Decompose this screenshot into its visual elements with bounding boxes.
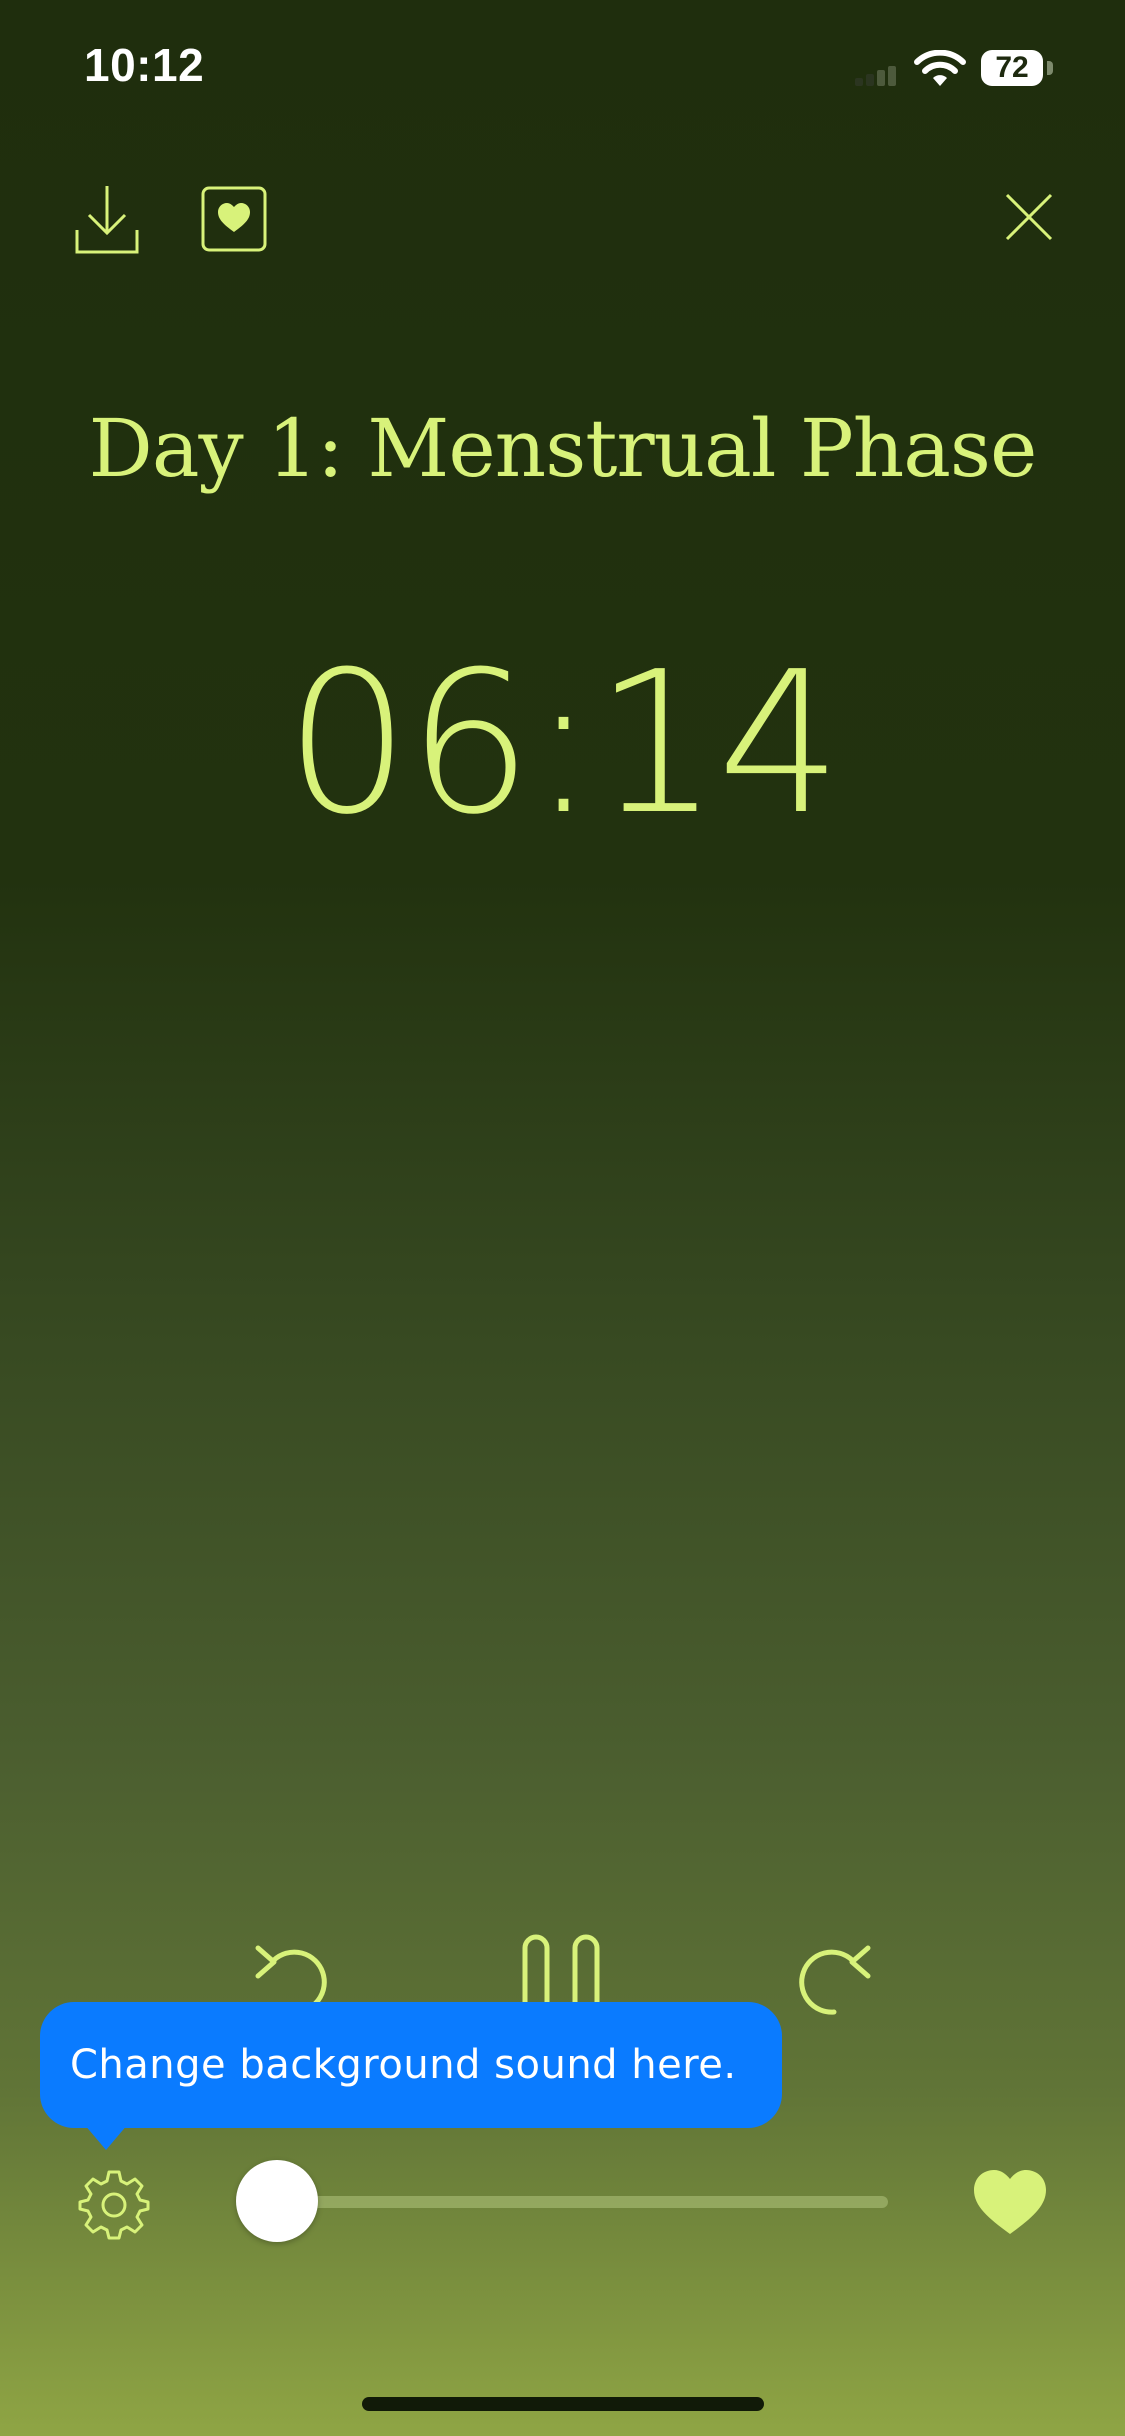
tooltip-pointer [84, 2124, 128, 2150]
battery-cap [1047, 61, 1053, 75]
settings-gear-icon[interactable] [78, 2168, 150, 2240]
wifi-icon [914, 50, 966, 86]
download-icon[interactable] [74, 182, 140, 256]
battery-icon: 72 [981, 50, 1043, 86]
background-sound-tooltip[interactable]: Change background sound here. [40, 2002, 782, 2128]
progress-track[interactable] [260, 2196, 888, 2208]
close-icon[interactable] [1004, 192, 1054, 242]
home-indicator [362, 2397, 764, 2411]
status-icons: 72 [845, 44, 1085, 94]
forward-icon[interactable] [790, 1938, 874, 2018]
heart-icon[interactable] [972, 2168, 1048, 2236]
session-title: Day 1: Menstrual Phase [88, 402, 1038, 495]
time-remaining: 06:14 [285, 630, 842, 858]
player-screen: 10:12 72 Day 1: Menstrual Phase 06:14 Ch… [0, 0, 1125, 2436]
progress-thumb[interactable] [236, 2160, 318, 2242]
signal-icon [855, 66, 899, 86]
favorite-box-icon[interactable] [201, 186, 267, 252]
status-time: 10:12 [84, 39, 205, 91]
